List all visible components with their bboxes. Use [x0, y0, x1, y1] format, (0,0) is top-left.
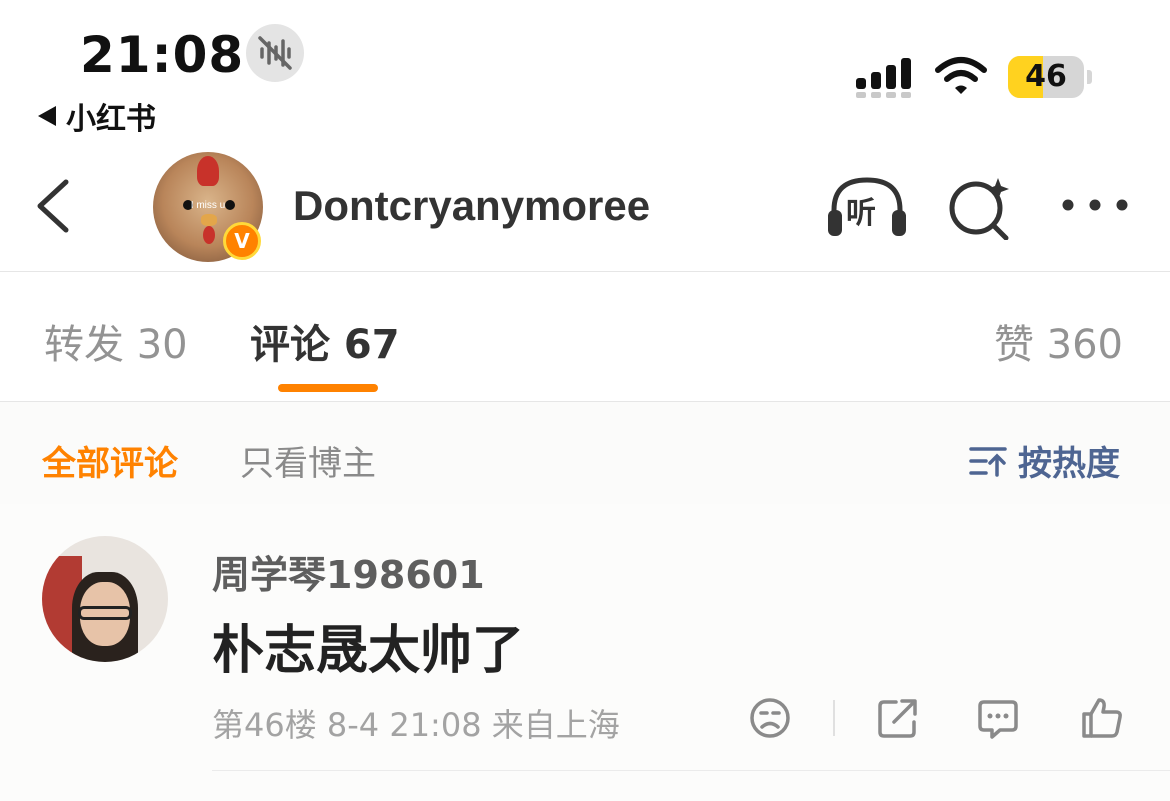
- comment-divider: [212, 770, 1170, 771]
- post-tabs: 转发 30 评论 67 赞 360: [0, 272, 1170, 402]
- signal-icon: [856, 58, 911, 98]
- sort-icon: [969, 446, 1007, 477]
- filter-all-comments[interactable]: 全部评论: [42, 436, 178, 485]
- tab-comments[interactable]: 评论 67: [250, 312, 400, 370]
- avatar-comb: [197, 156, 219, 186]
- avatar-glasses: [78, 606, 132, 620]
- more-icon[interactable]: [1060, 190, 1130, 220]
- active-tab-indicator: [278, 384, 378, 392]
- commenter-avatar[interactable]: [42, 536, 168, 662]
- status-time: 21:08: [80, 26, 245, 84]
- comment-text: 朴志晟太帅了: [212, 621, 525, 681]
- search-spark-icon[interactable]: [946, 176, 1014, 240]
- battery-indicator: 46: [1008, 56, 1084, 98]
- comment-filter-bar: 全部评论 只看博主 按热度: [0, 402, 1170, 504]
- back-icon[interactable]: [30, 176, 80, 236]
- mute-icon: [246, 24, 304, 82]
- dislike-icon[interactable]: [748, 696, 792, 740]
- verified-badge-icon: V: [223, 222, 261, 260]
- back-to-app-link[interactable]: 小红书: [38, 94, 156, 138]
- filter-owner-only[interactable]: 只看博主: [240, 436, 376, 485]
- comment-actions: [0, 696, 1170, 746]
- avatar-caption: I miss u: [190, 200, 226, 211]
- tab-likes[interactable]: 赞 360: [994, 312, 1123, 370]
- commenter-name[interactable]: 周学琴198601: [212, 544, 485, 599]
- status-bar: 21:08 小红书 46: [0, 0, 1170, 140]
- action-separator: [833, 700, 835, 736]
- battery-cap: [1087, 70, 1092, 84]
- listen-label: 听: [846, 196, 876, 231]
- avatar-beak: [201, 214, 217, 226]
- avatar-wattle: [203, 226, 215, 244]
- tab-repost[interactable]: 转发 30: [44, 312, 188, 370]
- battery-level: 46: [1025, 59, 1067, 94]
- listen-button[interactable]: 听: [824, 174, 910, 240]
- reply-icon[interactable]: [976, 696, 1020, 740]
- author-username[interactable]: Dontcryanymoree: [293, 182, 650, 230]
- back-arrow-icon: [38, 106, 56, 126]
- sort-button[interactable]: 按热度: [968, 436, 1120, 485]
- like-icon[interactable]: [1080, 696, 1124, 740]
- comment-item: 周学琴198601 朴志晟太帅了 第46楼 8-4 21:08 来自上海: [0, 504, 1170, 801]
- sort-label: 按热度: [1018, 444, 1120, 484]
- back-app-label: 小红书: [66, 102, 156, 137]
- share-icon[interactable]: [876, 696, 920, 740]
- wifi-icon: [935, 57, 987, 94]
- post-header: I miss u V Dontcryanymoree 听: [0, 140, 1170, 272]
